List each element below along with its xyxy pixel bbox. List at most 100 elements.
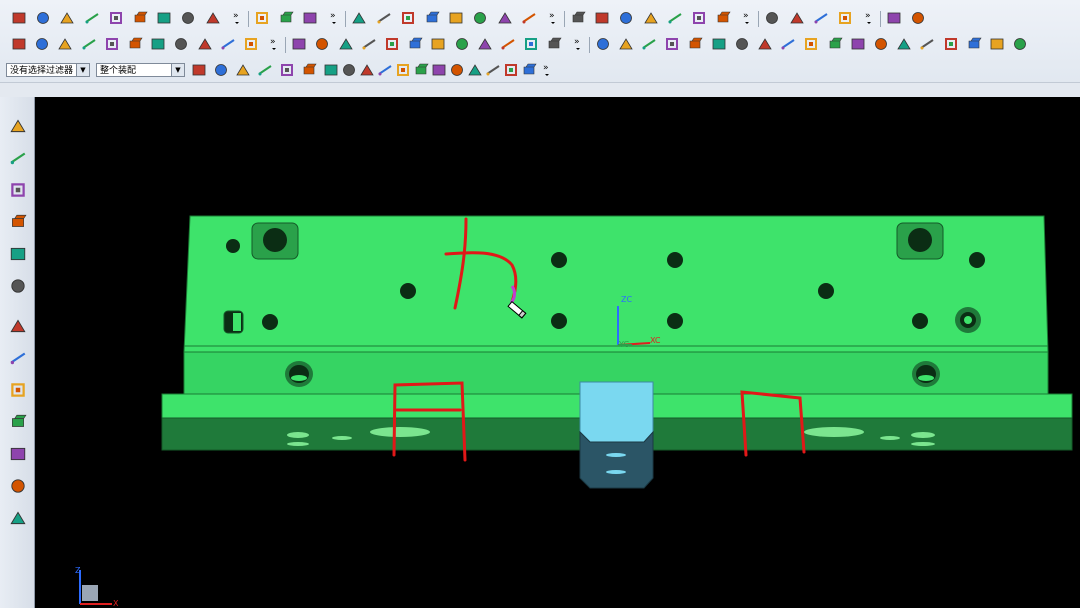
filter-icon[interactable] [190, 61, 208, 79]
rect-select-icon[interactable] [278, 61, 296, 79]
more-icon[interactable]: » [860, 9, 878, 27]
core-cavity-icon[interactable] [812, 9, 830, 27]
face-icon[interactable] [593, 9, 611, 27]
measure-icon[interactable] [522, 35, 540, 53]
pattern-icon[interactable] [33, 35, 51, 53]
ladder-icon[interactable] [942, 35, 960, 53]
t-icon[interactable] [663, 35, 681, 53]
line-icon[interactable] [10, 9, 28, 27]
graphics-viewport[interactable]: ZC XC YC Z X [35, 97, 1080, 608]
layer-icon[interactable] [399, 9, 417, 27]
snap-icon[interactable] [256, 61, 274, 79]
box-icon[interactable] [56, 35, 74, 53]
tangent-icon[interactable] [394, 61, 412, 79]
fillet-curve-icon[interactable] [301, 9, 319, 27]
measure-icon[interactable] [8, 411, 28, 433]
text-icon[interactable] [107, 9, 125, 27]
plus-icon[interactable] [484, 61, 502, 79]
blend-icon[interactable] [471, 9, 489, 27]
constraint-icon[interactable] [872, 35, 890, 53]
palette-icon[interactable] [360, 35, 378, 53]
sweep-icon[interactable] [204, 9, 222, 27]
table-icon[interactable] [126, 35, 144, 53]
shaded-icon[interactable] [375, 9, 393, 27]
cylinder-icon[interactable] [80, 35, 98, 53]
pipe-icon[interactable] [714, 9, 732, 27]
offset-icon[interactable] [690, 9, 708, 27]
reuse-library-icon[interactable] [8, 211, 28, 233]
pin-icon[interactable] [710, 35, 728, 53]
line-snap-icon[interactable] [376, 61, 394, 79]
lattice-icon[interactable] [918, 35, 936, 53]
align-icon[interactable] [617, 35, 635, 53]
revolve-icon[interactable] [179, 9, 197, 27]
orange-cube-icon[interactable] [383, 35, 401, 53]
curve-red-icon[interactable] [453, 35, 471, 53]
mesh-icon[interactable] [642, 9, 660, 27]
corner-icon[interactable] [686, 35, 704, 53]
text-tool-icon[interactable] [10, 35, 28, 53]
move-icon[interactable] [423, 9, 441, 27]
view-section-icon[interactable] [350, 9, 368, 27]
assembly-scope-dropdown[interactable]: 整个装配 ▼ [96, 63, 185, 77]
square-orange-icon[interactable] [733, 35, 751, 53]
bridge-icon[interactable] [277, 9, 295, 27]
spline-icon[interactable] [83, 9, 101, 27]
d-icon[interactable] [965, 35, 983, 53]
window-icon[interactable] [196, 35, 214, 53]
more-icon[interactable]: » [265, 35, 283, 53]
snap-point-icon[interactable] [340, 61, 358, 79]
cone-icon[interactable] [429, 35, 447, 53]
rotate-view-icon[interactable] [290, 35, 308, 53]
quadrant-icon[interactable] [520, 61, 538, 79]
gold-block-icon[interactable] [545, 35, 563, 53]
rail-icon[interactable] [1011, 35, 1029, 53]
draft-icon[interactable] [496, 9, 514, 27]
wizard-icon[interactable] [8, 115, 28, 137]
rotate-icon[interactable] [569, 9, 587, 27]
inspect-icon[interactable] [909, 9, 927, 27]
more-icon[interactable]: » [325, 9, 343, 27]
cube-icon[interactable] [322, 61, 340, 79]
material-icon[interactable] [520, 9, 538, 27]
arc-snap-icon[interactable] [412, 61, 430, 79]
edit-surface-icon[interactable] [617, 9, 635, 27]
step-icon[interactable] [988, 35, 1006, 53]
more-icon[interactable]: » [544, 9, 562, 27]
slash-icon[interactable] [502, 61, 520, 79]
more-icon[interactable]: » [738, 9, 756, 27]
slider-icon[interactable] [836, 9, 854, 27]
more-icon[interactable]: » [228, 9, 246, 27]
text-icon[interactable] [8, 507, 28, 529]
point-icon[interactable] [499, 35, 517, 53]
extrude-icon[interactable] [155, 9, 173, 27]
grid-box-icon[interactable] [779, 35, 797, 53]
l-corner-icon[interactable] [826, 35, 844, 53]
clock-icon[interactable] [8, 315, 28, 337]
assembly-icon[interactable] [219, 35, 237, 53]
snap-icon[interactable] [337, 35, 355, 53]
hatch-icon[interactable] [895, 35, 913, 53]
sketch-icon[interactable] [131, 9, 149, 27]
round-corner-icon[interactable] [802, 35, 820, 53]
color-icon[interactable] [885, 9, 903, 27]
perp-icon[interactable] [430, 61, 448, 79]
tee-icon[interactable] [640, 35, 658, 53]
bracket-icon[interactable] [594, 35, 612, 53]
square-icon[interactable] [756, 35, 774, 53]
selection-icon[interactable] [212, 61, 230, 79]
more-icon[interactable]: » [569, 35, 587, 53]
palette-icon[interactable] [8, 379, 28, 401]
history-icon[interactable] [8, 243, 28, 265]
wire-cube-icon[interactable] [476, 35, 494, 53]
solid-red-icon[interactable] [149, 35, 167, 53]
mold-icon[interactable] [763, 9, 781, 27]
arc-icon[interactable] [34, 9, 52, 27]
swept-icon[interactable] [666, 9, 684, 27]
roles-icon[interactable] [8, 347, 28, 369]
arrow-icon[interactable] [234, 61, 252, 79]
rectangle-icon[interactable] [58, 9, 76, 27]
circle-snap-icon[interactable] [448, 61, 466, 79]
more-icon[interactable]: » [538, 61, 556, 79]
view-icon[interactable] [300, 61, 318, 79]
